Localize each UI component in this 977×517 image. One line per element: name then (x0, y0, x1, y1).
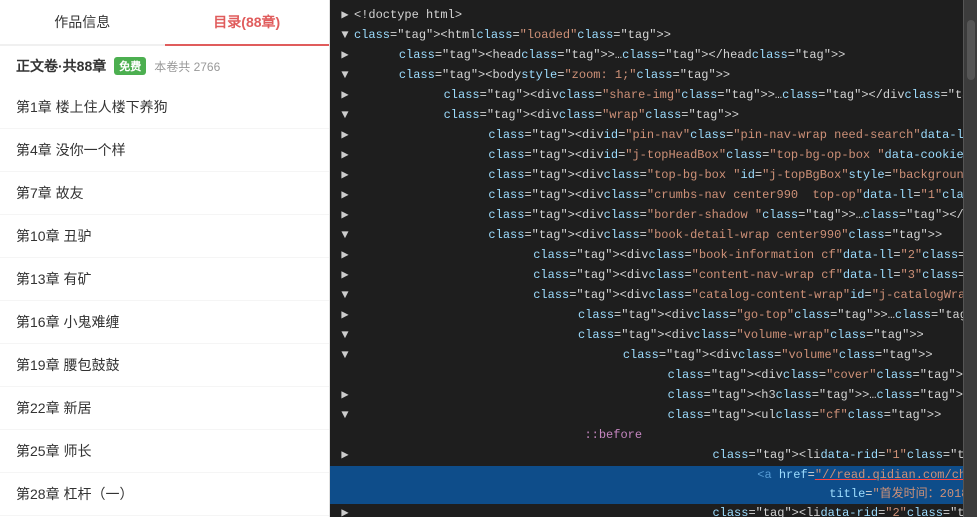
chapter-item[interactable]: 第13章 有矿 (0, 258, 329, 301)
code-line: ▶ class="tag"><div class="go-top"class="… (330, 306, 963, 326)
expand-arrow[interactable]: ▶ (338, 46, 352, 65)
left-tabs: 作品信息 目录(88章) (0, 0, 329, 46)
code-line: ▼ class="tag"><div class="wrap"class="ta… (330, 106, 963, 126)
code-line: ▶ class="tag"><div class="cover"class="t… (330, 366, 963, 386)
code-line: ▶ class="tag"><li data-rid="2"class="tag… (330, 504, 963, 517)
expand-arrow[interactable]: ▼ (338, 286, 352, 305)
chapter-item[interactable]: 第28章 杠杆（一） (0, 473, 329, 516)
expand-arrow[interactable]: ▼ (338, 226, 352, 245)
expand-arrow[interactable]: ▶ (338, 146, 352, 165)
expand-arrow[interactable]: ▶ (338, 206, 352, 225)
scrollbar-right[interactable] (963, 0, 977, 517)
expand-arrow[interactable]: ▶ (338, 266, 352, 285)
expand-arrow[interactable]: ▶ (338, 6, 352, 25)
code-line: ▶ class="tag"><div class="border-shadow … (330, 206, 963, 226)
chapter-item[interactable]: 第1章 楼上住人楼下养狗 (0, 86, 329, 129)
chapter-item[interactable]: 第22章 新居 (0, 387, 329, 430)
chapter-item[interactable]: 第25章 师长 (0, 430, 329, 473)
expand-arrow[interactable]: ▼ (338, 406, 352, 425)
code-line: ▶ class="tag"><div id="pin-nav" class="p… (330, 126, 963, 146)
expand-arrow[interactable]: ▶ (338, 126, 352, 145)
code-line: ▶ class="tag"><headclass="tag">>…class="… (330, 46, 963, 66)
code-line: ▶ class="tag"><div id="j-topHeadBox" cla… (330, 146, 963, 166)
code-area[interactable]: ▶<!doctype html>▼class="tag"><html class… (330, 0, 963, 517)
code-line: ▶ class="tag"><div class="top-bg-box " i… (330, 166, 963, 186)
left-panel: 作品信息 目录(88章) 正文卷·共88章 免费 本卷共 2766 第1章 楼上… (0, 0, 330, 517)
chapter-item[interactable]: 第19章 腰包鼓鼓 (0, 344, 329, 387)
expand-arrow[interactable]: ▶ (338, 166, 352, 185)
code-line: ▼ class="tag"><div class="catalog-conten… (330, 286, 963, 306)
expand-arrow[interactable]: ▼ (338, 346, 352, 365)
expand-arrow[interactable]: ▶ (338, 504, 352, 517)
code-line: ▶ ::before (330, 426, 963, 446)
chapter-list: 第1章 楼上住人楼下养狗第4章 没你一个样第7章 故友第10章 丑驴第13章 有… (0, 86, 329, 517)
expand-arrow[interactable]: ▶ (338, 246, 352, 265)
code-line: ▼class="tag"><html class="loaded"class="… (330, 26, 963, 46)
code-line: ▶ class="tag"><div class="content-nav-wr… (330, 266, 963, 286)
code-line: ▶ class="tag"><div class="crumbs-nav cen… (330, 186, 963, 206)
expand-arrow[interactable]: ▼ (338, 106, 352, 125)
volume-badge: 免费 (114, 57, 146, 75)
chapter-item[interactable]: 第16章 小鬼难缠 (0, 301, 329, 344)
code-line: ▶<!doctype html> (330, 6, 963, 26)
code-panel: ▶<!doctype html>▼class="tag"><html class… (330, 0, 963, 517)
expand-arrow[interactable]: ▼ (338, 26, 352, 45)
tab-info[interactable]: 作品信息 (0, 0, 165, 44)
chapter-item[interactable]: 第7章 故友 (0, 172, 329, 215)
chapter-item[interactable]: 第4章 没你一个样 (0, 129, 329, 172)
chapter-item[interactable]: 第10章 丑驴 (0, 215, 329, 258)
code-line: ▶ class="tag"><div class="share-img"clas… (330, 86, 963, 106)
expand-arrow[interactable]: ▼ (338, 66, 352, 85)
expand-arrow[interactable]: ▶ (338, 446, 352, 465)
expand-arrow[interactable]: ▶ (338, 306, 352, 325)
code-line: ▼ class="tag"><body style="zoom: 1;"clas… (330, 66, 963, 86)
code-line: ▶ class="tag"><h3class="tag">>…class="ta… (330, 386, 963, 406)
volume-header: 正文卷·共88章 免费 本卷共 2766 (0, 46, 329, 86)
code-line: ▼ class="tag"><div class="book-detail-wr… (330, 226, 963, 246)
volume-count: 本卷共 2766 (154, 58, 220, 75)
code-line: ▼ class="tag"><div class="volume-wrap"cl… (330, 326, 963, 346)
code-line: ▼ class="tag"><ul class="cf"class="tag">… (330, 406, 963, 426)
expand-arrow[interactable]: ▶ (338, 386, 352, 405)
code-line: ▶ <a href="//read.qidian.com/chapter/ZBy… (330, 466, 963, 504)
right-wrapper: ▶<!doctype html>▼class="tag"><html class… (330, 0, 977, 517)
expand-arrow[interactable]: ▶ (338, 86, 352, 105)
code-line: ▶ class="tag"><li data-rid="1"class="tag… (330, 446, 963, 466)
expand-arrow[interactable]: ▼ (338, 326, 352, 345)
expand-arrow[interactable]: ▶ (338, 186, 352, 205)
code-line: ▶ class="tag"><div class="book-informati… (330, 246, 963, 266)
volume-title: 正文卷·共88章 (16, 56, 106, 76)
tab-catalog[interactable]: 目录(88章) (165, 0, 330, 46)
code-line: ▼ class="tag"><div class="volume"class="… (330, 346, 963, 366)
